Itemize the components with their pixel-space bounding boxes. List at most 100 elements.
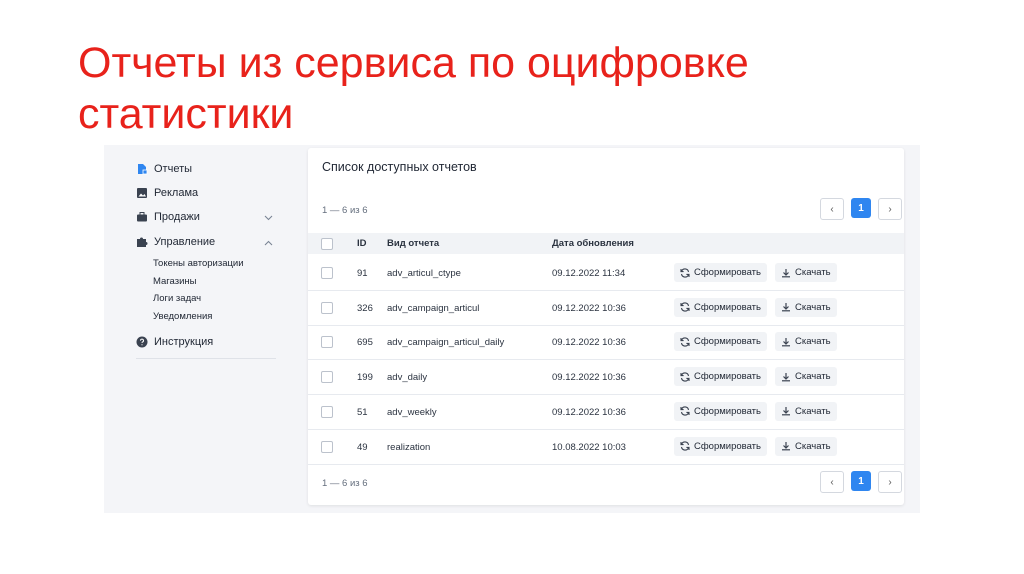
generate-button-label: Сформировать	[694, 405, 761, 417]
app-screenshot: Отчеты Реклама Продажи Управление Токены	[104, 145, 920, 513]
download-icon	[781, 302, 791, 312]
download-button-label: Скачать	[795, 440, 831, 452]
row-updated-date: 09.12.2022 10:36	[552, 372, 626, 384]
table-row: 91 adv_articul_ctype 09.12.2022 11:34 Сформ…	[308, 256, 904, 291]
row-checkbox[interactable]	[321, 440, 333, 453]
next-page-button[interactable]: ›	[878, 471, 902, 493]
generate-button[interactable]: Сформировать	[674, 332, 767, 352]
page-1-button[interactable]: 1	[851, 471, 871, 491]
slide-title-line-2: статистики	[78, 90, 294, 138]
row-checkbox[interactable]	[321, 371, 333, 384]
row-checkbox[interactable]	[321, 301, 333, 314]
column-header-updated[interactable]: Дата обновления	[552, 238, 634, 249]
chevron-right-icon: ›	[888, 476, 892, 488]
row-report-type: adv_daily	[387, 372, 428, 384]
generate-button[interactable]: Сформировать	[674, 367, 767, 387]
image-icon	[136, 187, 148, 199]
row-report-type: realization	[387, 441, 431, 453]
generate-button-label: Сформировать	[694, 267, 761, 278]
row-updated-date: 09.12.2022 10:36	[552, 337, 626, 349]
download-button-label: Скачать	[795, 267, 831, 278]
download-button-label: Скачать	[795, 371, 831, 383]
count-bottom: 1 — 6 из 6	[322, 478, 368, 489]
row-updated-date: 09.12.2022 11:34	[552, 268, 626, 279]
chevron-left-icon: ‹	[830, 203, 834, 215]
download-button[interactable]: Скачать	[775, 436, 837, 456]
row-updated-date: 09.12.2022 10:36	[552, 406, 626, 418]
generate-button-label: Сформировать	[694, 301, 761, 313]
generate-button[interactable]: Сформировать	[674, 297, 767, 317]
refresh-icon	[680, 337, 690, 347]
generate-button[interactable]: Сформировать	[674, 263, 767, 282]
row-report-type: adv_articul_ctype	[387, 268, 461, 279]
row-report-type: adv_weekly	[387, 406, 437, 418]
slide-title-line-1: Отчеты из сервиса по оцифровке	[78, 39, 749, 87]
sidebar-item-ads[interactable]: Реклама	[136, 185, 198, 201]
generate-button-label: Сформировать	[694, 440, 761, 452]
sidebar-subitem-tokens[interactable]: Токены авторизации	[153, 258, 244, 269]
table-row: 326 adv_campaign_articul 09.12.2022 10:36 С…	[308, 291, 904, 326]
row-checkbox[interactable]	[321, 336, 333, 349]
sidebar-divider	[136, 358, 276, 359]
download-icon	[781, 337, 791, 347]
row-updated-date: 09.12.2022 10:36	[552, 302, 626, 314]
briefcase-icon	[136, 211, 148, 223]
sidebar-item-sales[interactable]: Продажи	[136, 209, 200, 225]
refresh-icon	[680, 267, 690, 278]
download-button[interactable]: Скачать	[775, 332, 837, 352]
table-row: 199 adv_daily 09.12.2022 10:36 Сформировать…	[308, 360, 904, 396]
download-button[interactable]: Скачать	[775, 401, 837, 421]
row-id: 695	[357, 337, 373, 349]
generate-button-label: Сформировать	[694, 371, 761, 383]
refresh-icon	[680, 406, 690, 416]
row-checkbox[interactable]	[321, 267, 333, 279]
reports-card: Список доступных отчетов 1 — 6 из 6 ‹ 1 …	[308, 148, 904, 505]
row-id: 49	[357, 441, 368, 453]
chevron-up-icon[interactable]	[264, 238, 273, 248]
download-icon	[781, 406, 791, 416]
download-button[interactable]: Скачать	[775, 297, 837, 317]
download-icon	[781, 268, 791, 278]
generate-button[interactable]: Сформировать	[674, 436, 767, 456]
download-button-label: Скачать	[795, 301, 831, 313]
chevron-down-icon[interactable]	[264, 213, 273, 223]
prev-page-button[interactable]: ‹	[820, 198, 844, 220]
row-report-type: adv_campaign_articul_daily	[387, 337, 505, 349]
document-chart-icon	[136, 163, 148, 175]
sidebar-subitem-notifications[interactable]: Уведомления	[153, 311, 212, 322]
generate-button-label: Сформировать	[694, 336, 761, 348]
sidebar-item-help[interactable]: Инструкция	[136, 334, 213, 350]
sidebar-item-management[interactable]: Управление	[136, 234, 215, 250]
sidebar-item-reports[interactable]: Отчеты	[136, 161, 192, 177]
page-1-button[interactable]: 1	[851, 198, 871, 218]
table-row: 695 adv_campaign_articul_daily 09.12.2022 …	[308, 325, 904, 361]
sidebar-item-label: Отчеты	[154, 163, 193, 175]
sidebar-item-label: Инструкция	[154, 336, 214, 348]
refresh-icon	[680, 372, 690, 382]
sidebar: Отчеты Реклама Продажи Управление Токены	[104, 145, 304, 513]
download-button-label: Скачать	[795, 336, 831, 348]
download-button-label: Скачать	[795, 405, 831, 417]
table-header: ID Вид отчета Дата обновления	[308, 233, 904, 254]
download-button[interactable]: Скачать	[775, 367, 837, 387]
select-all-checkbox[interactable]	[321, 238, 333, 250]
sidebar-item-label: Управление	[154, 236, 216, 248]
column-header-type[interactable]: Вид отчета	[387, 238, 439, 249]
generate-button[interactable]: Сформировать	[674, 401, 767, 421]
sidebar-subitem-task-logs[interactable]: Логи задач	[153, 293, 201, 304]
next-page-button[interactable]: ›	[878, 198, 902, 220]
download-icon	[781, 441, 791, 451]
download-button[interactable]: Скачать	[775, 263, 837, 282]
row-id: 326	[357, 302, 373, 314]
column-header-id[interactable]: ID	[357, 238, 367, 249]
row-checkbox[interactable]	[321, 405, 333, 418]
prev-page-button[interactable]: ‹	[820, 471, 844, 493]
card-title: Список доступных отчетов	[322, 160, 477, 174]
chevron-left-icon: ‹	[830, 476, 834, 488]
row-report-type: adv_campaign_articul	[387, 302, 480, 314]
chevron-right-icon: ›	[888, 203, 892, 215]
question-circle-icon	[136, 336, 148, 348]
sidebar-subitem-shops[interactable]: Магазины	[153, 276, 196, 287]
puzzle-icon	[136, 236, 148, 248]
row-id: 199	[357, 372, 373, 384]
